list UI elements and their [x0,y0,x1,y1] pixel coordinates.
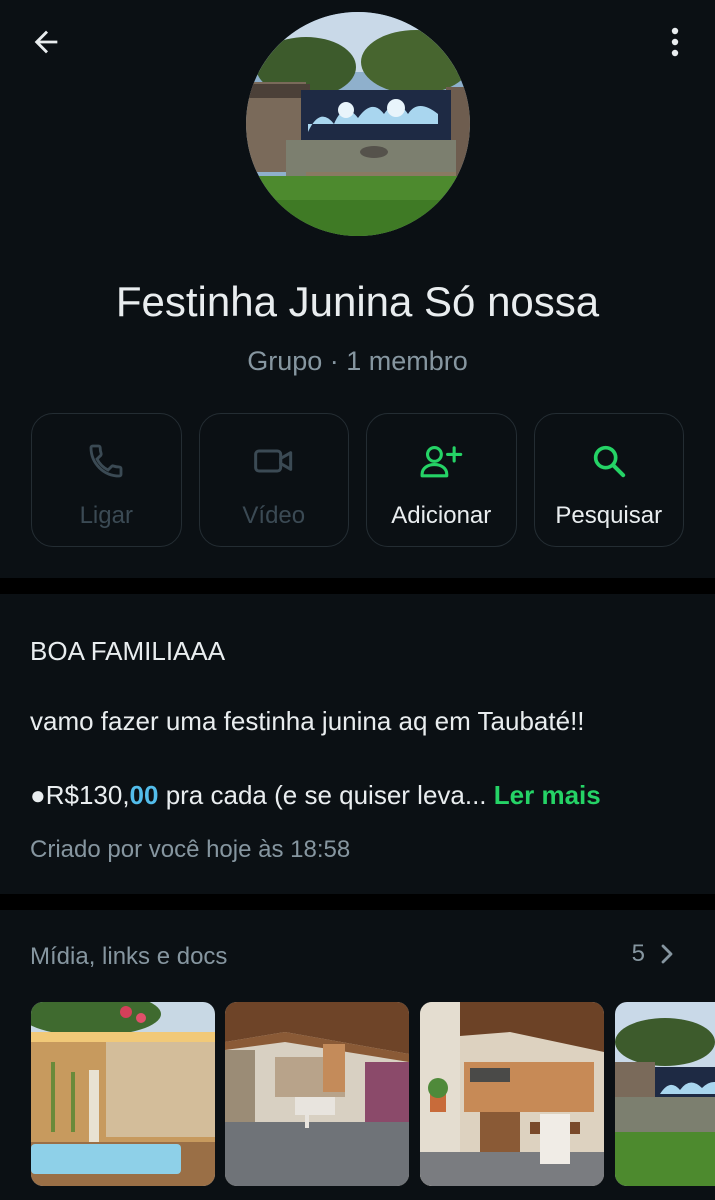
chevron-right-icon [661,944,673,964]
media-count: 5 [631,940,645,967]
video-button[interactable]: Vídeo [198,413,349,547]
call-button-label: Ligar [79,502,133,529]
call-button[interactable]: Ligar [31,413,182,547]
group-avatar[interactable] [246,12,470,236]
price-text: ●R$130, [30,780,130,810]
media-thumbnail[interactable] [420,1002,604,1186]
garden-photo [615,1002,715,1186]
description-line-3: ●R$130,00 pra cada (e se quiser leva... … [30,780,601,811]
more-vertical-icon [671,27,679,57]
media-thumbnail[interactable] [225,1002,409,1186]
phone-icon [89,444,123,478]
backyard-photo [246,12,470,236]
pool-photo [31,1002,215,1186]
search-icon [593,445,625,478]
more-options-button[interactable] [655,20,695,64]
group-member-count: Grupo · 1 membro [247,346,468,376]
action-buttons: Ligar Vídeo Adicionar Pesquisar [31,413,684,547]
description-truncated-text: pra cada (e se quiser leva... [158,780,487,810]
arrow-left-icon [34,30,58,54]
group-name: Festinha Junina Só nossa [115,278,600,325]
media-see-all[interactable]: 5 [632,940,675,968]
add-button-label: Adicionar [391,502,492,529]
kitchen-photo [420,1002,604,1186]
section-divider [0,894,715,910]
gourmet-area-photo [225,1002,409,1186]
price-cents: 00 [129,780,159,810]
media-thumbnails [31,1002,715,1186]
add-button[interactable]: Adicionar [366,413,517,547]
search-button[interactable]: Pesquisar [533,413,684,547]
media-section-title: Mídia, links e docs [30,943,228,970]
created-info: Criado por você hoje às 18:58 [30,836,351,863]
search-button-label: Pesquisar [555,502,663,529]
description-line-1: BOA FAMILIAAA [30,636,226,666]
section-divider [0,578,715,594]
add-person-icon [420,445,463,478]
media-thumbnail[interactable] [31,1002,215,1186]
media-thumbnail[interactable] [615,1002,715,1186]
group-description: BOA FAMILIAAA vamo fazer uma festinha ju… [0,594,715,894]
description-line-2: vamo fazer uma festinha junina aq em Tau… [30,706,585,736]
back-button[interactable] [22,20,70,64]
video-button-label: Vídeo [242,502,306,529]
video-icon [253,449,292,473]
read-more-link[interactable]: Ler mais [494,780,601,810]
